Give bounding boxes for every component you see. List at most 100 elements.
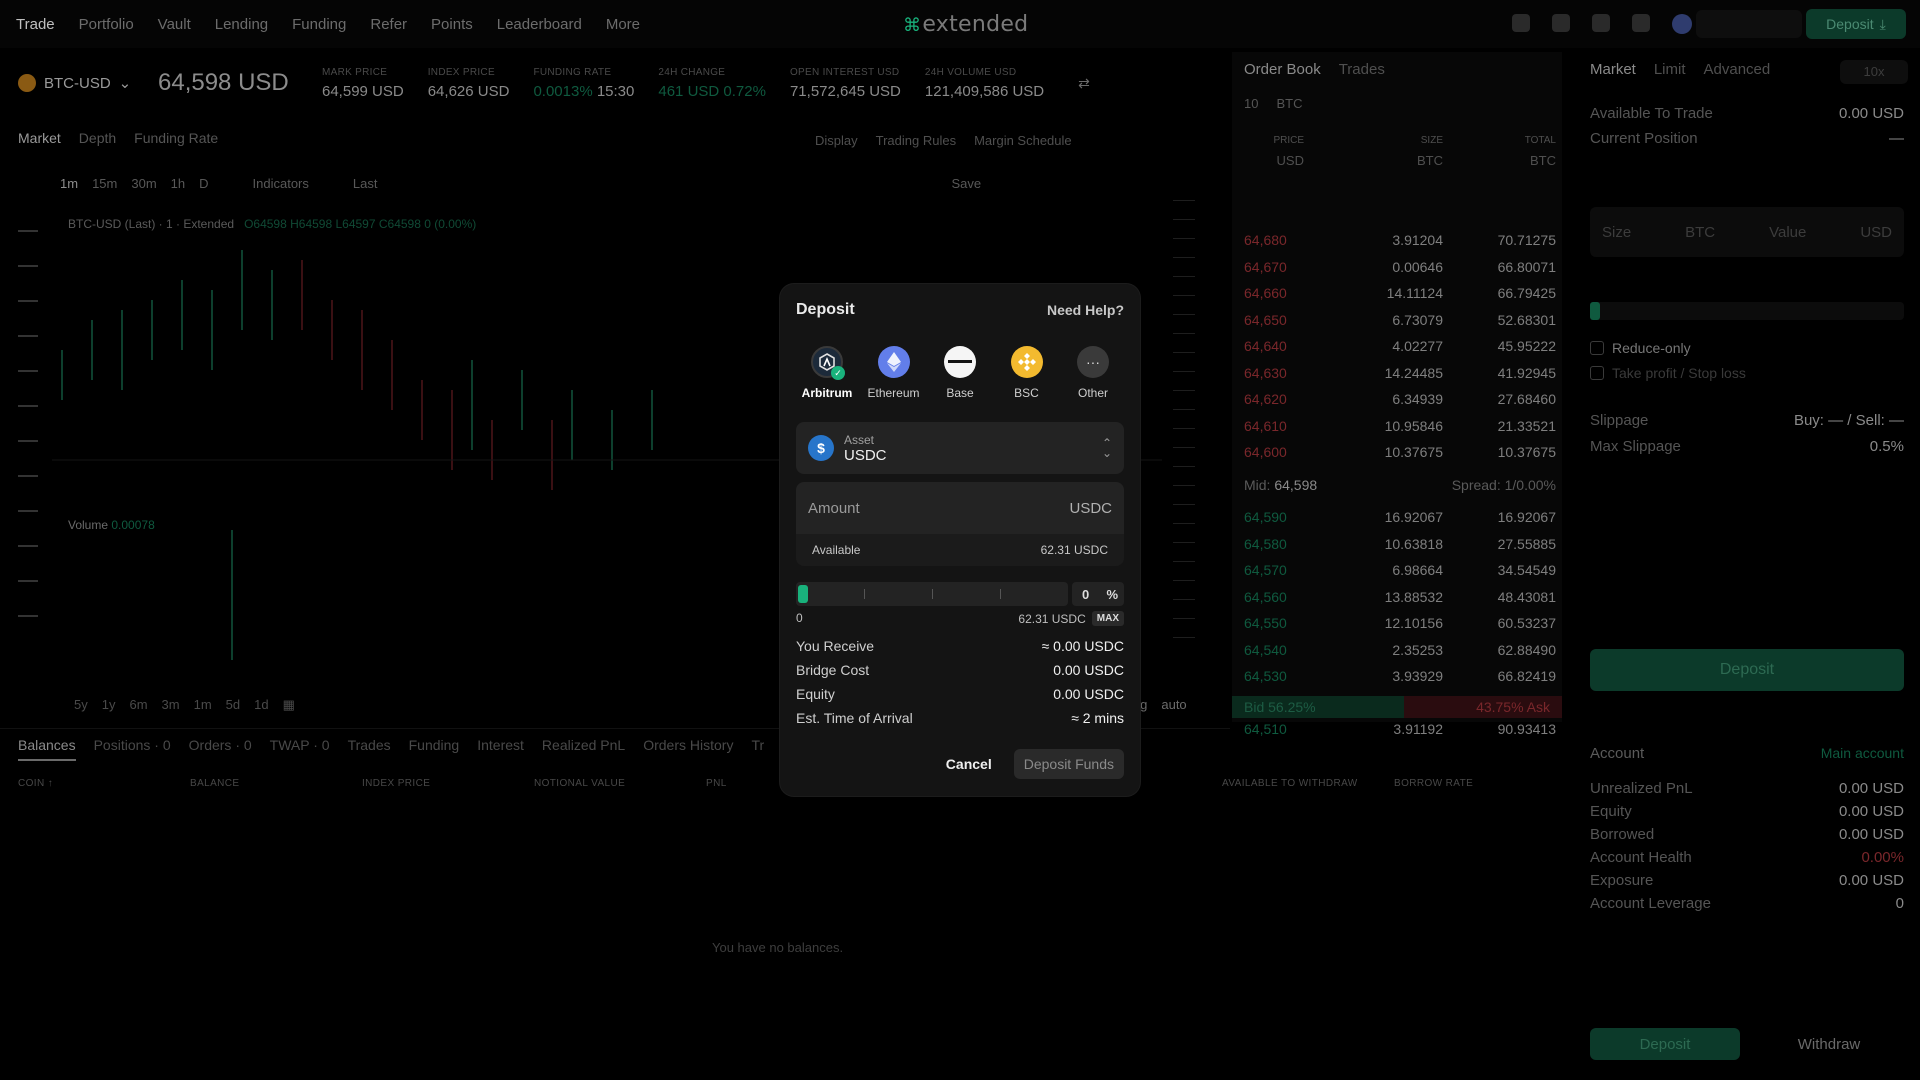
range-5d[interactable]: 5d	[226, 697, 240, 713]
col-coin[interactable]: COIN ↑	[18, 778, 190, 789]
withdraw-button[interactable]: Withdraw	[1754, 1028, 1904, 1060]
range-3m[interactable]: 3m	[162, 697, 180, 713]
max-button[interactable]: MAX	[1091, 611, 1124, 626]
magnet-icon[interactable]	[18, 568, 38, 582]
order-book-row[interactable]: 64,600 10.37675 10.37675	[1244, 439, 1556, 466]
projection-icon[interactable]	[18, 358, 38, 372]
tab-positions[interactable]: Positions · 0	[94, 737, 171, 761]
nav-more[interactable]: More	[606, 16, 640, 33]
account-deposit-button[interactable]: Deposit	[1590, 1028, 1740, 1060]
order-book-row[interactable]: 64,580 10.63818 27.55885	[1244, 531, 1556, 558]
tf-30m[interactable]: 30m	[131, 176, 156, 191]
range-1y[interactable]: 1y	[102, 697, 116, 713]
network-base[interactable]: Base	[929, 346, 991, 400]
network-bsc[interactable]: BSC	[996, 346, 1058, 400]
margin-schedule-button[interactable]: Margin Schedule	[974, 133, 1072, 148]
tab-funding[interactable]: Funding	[409, 737, 460, 761]
auto-toggle[interactable]: auto	[1161, 697, 1186, 712]
order-book-row[interactable]: 64,560 13.88532 48.43081	[1244, 584, 1556, 611]
tab-trades[interactable]: Trades	[348, 737, 391, 761]
size-value-input[interactable]: Size BTC Value USD	[1590, 207, 1904, 257]
leverage-select[interactable]: 10x	[1840, 60, 1908, 84]
deposit-funds-button[interactable]: Deposit Funds	[1013, 749, 1124, 779]
trendline-icon[interactable]	[18, 253, 38, 267]
order-book-row[interactable]: 64,620 6.34939 27.68460	[1244, 386, 1556, 413]
order-book-row[interactable]: 64,680 3.91204 70.71275	[1244, 227, 1556, 254]
settings-icon[interactable]	[1552, 14, 1570, 32]
nav-leaderboard[interactable]: Leaderboard	[497, 16, 582, 33]
range-1d[interactable]: 1d	[254, 697, 268, 713]
last-button[interactable]: Last	[353, 176, 378, 191]
amount-input[interactable]	[808, 499, 1008, 517]
tab-order-book[interactable]: Order Book	[1244, 61, 1321, 78]
display-button[interactable]: Display	[815, 133, 858, 148]
nav-lending[interactable]: Lending	[215, 16, 268, 33]
range-1m[interactable]: 1m	[194, 697, 212, 713]
network-other[interactable]: ··· Other	[1062, 346, 1124, 400]
swap-icon[interactable]: ⇄	[1078, 75, 1090, 92]
asset-select[interactable]: $ Asset USDC ⌃ ⌄	[796, 422, 1124, 474]
order-book-row[interactable]: 64,550 12.10156 60.53237	[1244, 610, 1556, 637]
tab-depth[interactable]: Depth	[79, 130, 116, 146]
tab-orders[interactable]: Orders · 0	[189, 737, 252, 761]
discord-icon[interactable]	[1592, 14, 1610, 32]
order-book-row[interactable]: 64,630 14.24485 41.92945	[1244, 360, 1556, 387]
tpsl-checkbox[interactable]: Take profit / Stop loss	[1590, 365, 1746, 381]
order-book-row[interactable]: 64,650 6.73079 52.68301	[1244, 307, 1556, 334]
unit-select[interactable]: BTC	[1276, 96, 1302, 111]
tab-market-order[interactable]: Market	[1590, 61, 1636, 78]
order-book-row[interactable]: 64,570 6.98664 34.54549	[1244, 557, 1556, 584]
size-slider[interactable]	[1590, 302, 1904, 320]
amount-field[interactable]: USDC	[796, 482, 1124, 534]
text-icon[interactable]	[18, 428, 38, 442]
brush-icon[interactable]	[18, 393, 38, 407]
order-book-row[interactable]: 64,540 2.35253 62.88490	[1244, 637, 1556, 664]
pattern-icon[interactable]	[18, 323, 38, 337]
nav-funding[interactable]: Funding	[292, 16, 346, 33]
range-5y[interactable]: 5y	[74, 697, 88, 713]
account-select[interactable]: Main account	[1821, 745, 1904, 762]
reduce-only-checkbox[interactable]: Reduce-only	[1590, 340, 1691, 356]
emoji-icon[interactable]	[18, 463, 38, 477]
tab-twap[interactable]: TWAP · 0	[270, 737, 330, 761]
nav-vault[interactable]: Vault	[158, 16, 191, 33]
zoom-icon[interactable]	[18, 533, 38, 547]
order-book-row[interactable]: 64,670 0.00646 66.80071	[1244, 254, 1556, 281]
percent-slider[interactable]	[796, 582, 1068, 606]
percent-input[interactable]: 0 %	[1072, 582, 1124, 606]
top-deposit-button[interactable]: Deposit ⤓	[1806, 9, 1906, 39]
indicators-button[interactable]: Indicators	[253, 176, 309, 191]
tf-1h[interactable]: 1h	[171, 176, 185, 191]
nav-trade[interactable]: Trade	[16, 16, 55, 33]
tab-funding-rate[interactable]: Funding Rate	[134, 130, 218, 146]
tab-balances[interactable]: Balances	[18, 737, 76, 761]
tab-truncated[interactable]: Tr	[751, 737, 764, 761]
order-book-row[interactable]: 64,510 3.91192 90.93413	[1244, 716, 1556, 743]
order-book-row[interactable]: 64,660 14.11124 66.79425	[1244, 280, 1556, 307]
save-button[interactable]: Save	[951, 176, 981, 191]
tab-advanced-order[interactable]: Advanced	[1704, 61, 1771, 78]
cancel-button[interactable]: Cancel	[934, 749, 1004, 779]
language-icon[interactable]	[1512, 14, 1530, 32]
tab-interest[interactable]: Interest	[477, 737, 524, 761]
tab-trades[interactable]: Trades	[1339, 61, 1385, 78]
range-6m[interactable]: 6m	[129, 697, 147, 713]
wallet-address[interactable]	[1696, 10, 1802, 38]
globe-icon[interactable]	[1632, 14, 1650, 32]
trade-deposit-button[interactable]: Deposit	[1590, 649, 1904, 691]
need-help-link[interactable]: Need Help?	[1047, 302, 1124, 318]
tab-orders-history[interactable]: Orders History	[643, 737, 733, 761]
max-slippage-value[interactable]: 0.5%	[1870, 438, 1904, 455]
order-book-row[interactable]: 64,640 4.02277 45.95222	[1244, 333, 1556, 360]
order-book-row[interactable]: 64,590 16.92067 16.92067	[1244, 504, 1556, 531]
calendar-icon[interactable]: ▦	[283, 697, 295, 713]
tab-market[interactable]: Market	[18, 130, 61, 146]
network-ethereum[interactable]: Ethereum	[863, 346, 925, 400]
tf-d[interactable]: D	[199, 176, 208, 191]
tab-limit-order[interactable]: Limit	[1654, 61, 1686, 78]
precision-select[interactable]: 10	[1244, 96, 1258, 111]
nav-points[interactable]: Points	[431, 16, 473, 33]
ruler-icon[interactable]	[18, 498, 38, 512]
avatar[interactable]	[1672, 14, 1692, 34]
pair-selector[interactable]: BTC-USD ⌄	[18, 74, 158, 92]
